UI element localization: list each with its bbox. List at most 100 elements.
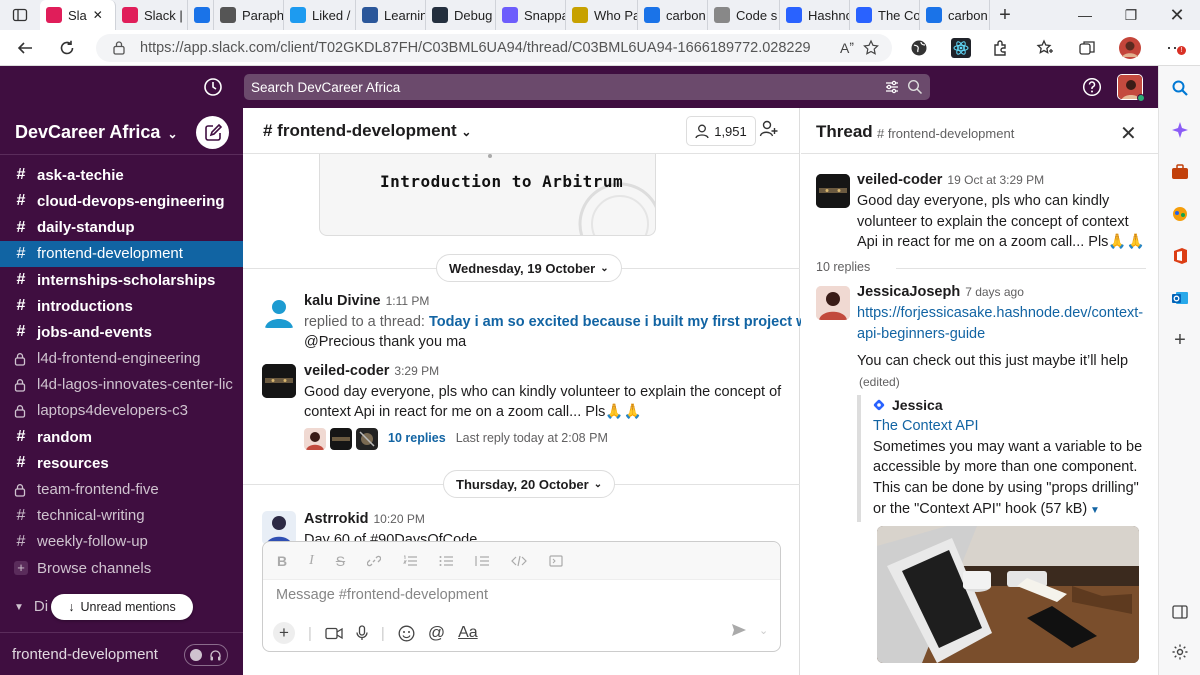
members-button[interactable]: 1,951 bbox=[686, 116, 756, 146]
reply-link[interactable]: https://forjessicasake.hashnode.dev/cont… bbox=[857, 303, 1147, 345]
sidebar-channel-weekly-follow-up[interactable]: # weekly-follow-up bbox=[0, 529, 243, 555]
collections-icon[interactable] bbox=[1076, 37, 1098, 59]
sidebar-channel-daily-standup[interactable]: # daily-standup bbox=[0, 215, 243, 241]
browser-tab[interactable]: Snappa bbox=[496, 0, 566, 30]
code-block-icon[interactable] bbox=[549, 554, 563, 567]
close-icon[interactable]: ✕ bbox=[1120, 121, 1137, 146]
extensions-icon[interactable] bbox=[990, 37, 1012, 59]
message-time[interactable]: 10:20 PM bbox=[373, 512, 424, 526]
mention-icon[interactable]: @ bbox=[428, 623, 445, 643]
ordered-list-icon[interactable] bbox=[403, 555, 418, 567]
add-member-icon[interactable] bbox=[759, 119, 779, 139]
message-time[interactable]: 7 days ago bbox=[965, 285, 1024, 299]
date-divider-pill[interactable]: Thursday, 20 October ⌄ bbox=[443, 470, 616, 498]
close-window-button[interactable]: ✕ bbox=[1154, 0, 1200, 30]
code-icon[interactable] bbox=[511, 555, 527, 567]
workspace-switcher[interactable]: DevCareer Africa ⌄ bbox=[15, 122, 178, 143]
video-icon[interactable] bbox=[325, 627, 343, 640]
sidebar-channel-jobs-and-events[interactable]: # jobs-and-events bbox=[0, 319, 243, 345]
italic-icon[interactable]: I bbox=[309, 553, 314, 569]
message-time[interactable]: 3:29 PM bbox=[394, 364, 439, 378]
sidebar-channel-l4d-lagos-innovates-center-lic[interactable]: l4d-lagos-innovates-center-lic bbox=[0, 372, 243, 398]
sidebar-channel-cloud-devops-engineering[interactable]: # cloud-devops-engineering bbox=[0, 188, 243, 214]
unfurl-title[interactable]: The Context API bbox=[873, 416, 1147, 437]
help-icon[interactable] bbox=[1082, 77, 1102, 97]
browser-tab[interactable] bbox=[188, 0, 214, 30]
browser-tab[interactable]: The Co bbox=[850, 0, 920, 30]
office-icon[interactable] bbox=[1168, 244, 1192, 268]
browser-tab[interactable]: Debug bbox=[426, 0, 496, 30]
history-clock-icon[interactable] bbox=[203, 77, 223, 97]
tab-actions-icon[interactable] bbox=[0, 0, 40, 30]
browser-tab[interactable]: Paraph bbox=[214, 0, 284, 30]
browser-tab[interactable]: Sla ✕ bbox=[40, 0, 116, 30]
avatar[interactable] bbox=[262, 511, 296, 545]
avatar[interactable] bbox=[262, 364, 296, 398]
thread-channel-link[interactable]: # frontend-development bbox=[877, 126, 1014, 141]
strikethrough-icon[interactable]: S bbox=[336, 553, 345, 569]
avatar[interactable] bbox=[816, 286, 850, 320]
formatting-toggle[interactable]: Aa bbox=[458, 624, 478, 642]
browser-tab[interactable]: Hashno bbox=[780, 0, 850, 30]
chevron-down-icon[interactable]: ⌄ bbox=[759, 624, 768, 637]
favorites-icon[interactable] bbox=[1034, 37, 1056, 59]
add-sidebar-app-icon[interactable]: + bbox=[1168, 328, 1192, 352]
back-arrow-icon[interactable] bbox=[14, 37, 36, 59]
search-icon[interactable] bbox=[1168, 76, 1192, 100]
message-time[interactable]: 1:11 PM bbox=[386, 294, 430, 308]
tools-icon[interactable] bbox=[1168, 160, 1192, 184]
new-tab-button[interactable]: + bbox=[990, 0, 1020, 30]
blockquote-icon[interactable] bbox=[475, 555, 490, 567]
minimize-button[interactable]: — bbox=[1062, 0, 1108, 30]
search-icon[interactable] bbox=[907, 79, 923, 95]
url-field[interactable]: https://app.slack.com/client/T02GKDL87FH… bbox=[96, 34, 892, 62]
thread-link[interactable]: Today i am so excited because i built my… bbox=[429, 314, 824, 330]
search-filter-icon[interactable] bbox=[884, 79, 900, 95]
plus-icon[interactable]: + bbox=[273, 622, 295, 644]
browser-tab[interactable]: Code s bbox=[708, 0, 780, 30]
bullet-list-icon[interactable] bbox=[439, 555, 454, 567]
huddle-toggle[interactable] bbox=[184, 644, 228, 666]
unread-mentions-button[interactable]: ↓ Unread mentions bbox=[51, 594, 193, 620]
message-author[interactable]: JessicaJoseph bbox=[857, 284, 960, 300]
caret-down-icon[interactable]: ▼ bbox=[1087, 505, 1100, 516]
channel-title-button[interactable]: # frontend-development ⌄ bbox=[263, 121, 471, 141]
send-icon[interactable] bbox=[731, 623, 747, 637]
outlook-icon[interactable] bbox=[1168, 286, 1192, 310]
split-screen-icon[interactable] bbox=[1168, 600, 1192, 624]
message-time[interactable]: 19 Oct at 3:29 PM bbox=[947, 173, 1044, 187]
close-tab-icon[interactable]: ✕ bbox=[93, 8, 103, 22]
microphone-icon[interactable] bbox=[356, 625, 368, 641]
react-devtools-icon[interactable] bbox=[950, 37, 972, 59]
sidebar-channel-frontend-development[interactable]: # frontend-development bbox=[0, 240, 243, 267]
message-author[interactable]: veiled-coder bbox=[857, 172, 942, 188]
sidebar-channel-introductions[interactable]: # introductions bbox=[0, 293, 243, 319]
globe-extension-icon[interactable] bbox=[908, 37, 930, 59]
read-aloud-icon[interactable]: Aˮ bbox=[840, 40, 854, 56]
thread-replies-bar[interactable]: 10 replies Last reply today at 2:08 PM bbox=[304, 427, 788, 450]
avatar[interactable] bbox=[816, 174, 850, 208]
emoji-icon[interactable] bbox=[398, 625, 415, 642]
settings-gear-icon[interactable] bbox=[1168, 640, 1192, 664]
search-bar[interactable]: Search DevCareer Africa bbox=[244, 74, 930, 100]
sidebar-channel-ask-a-techie[interactable]: # ask-a-techie bbox=[0, 162, 243, 188]
sidebar-channel-team-frontend-five[interactable]: team-frontend-five bbox=[0, 476, 243, 502]
browser-tab[interactable]: carbon bbox=[920, 0, 990, 30]
message-input[interactable]: Message #frontend-development bbox=[276, 587, 488, 603]
reply-count-link[interactable]: 10 replies bbox=[388, 428, 446, 449]
sidebar-channel-internships-scholarships[interactable]: # internships-scholarships bbox=[0, 267, 243, 293]
discover-icon[interactable] bbox=[1168, 118, 1192, 142]
browser-tab[interactable]: Slack | bbox=[116, 0, 188, 30]
compose-button[interactable] bbox=[196, 116, 229, 149]
message-author[interactable]: kalu Divine bbox=[304, 293, 381, 309]
bold-icon[interactable]: B bbox=[277, 553, 287, 569]
sidebar-channel-resources[interactable]: # resources bbox=[0, 450, 243, 476]
browser-tab[interactable]: Liked / bbox=[284, 0, 356, 30]
date-divider-pill[interactable]: Wednesday, 19 October ⌄ bbox=[436, 254, 622, 282]
sidebar-channel-laptops4developers-c3[interactable]: laptops4developers-c3 bbox=[0, 398, 243, 424]
restore-button[interactable]: ❐ bbox=[1108, 0, 1154, 30]
sidebar-channel-browse-channels[interactable]: + Browse channels bbox=[0, 555, 243, 581]
browser-tab[interactable]: Learnin bbox=[356, 0, 426, 30]
message-author[interactable]: Astrrokid bbox=[304, 511, 368, 527]
profile-avatar[interactable] bbox=[1119, 37, 1141, 59]
